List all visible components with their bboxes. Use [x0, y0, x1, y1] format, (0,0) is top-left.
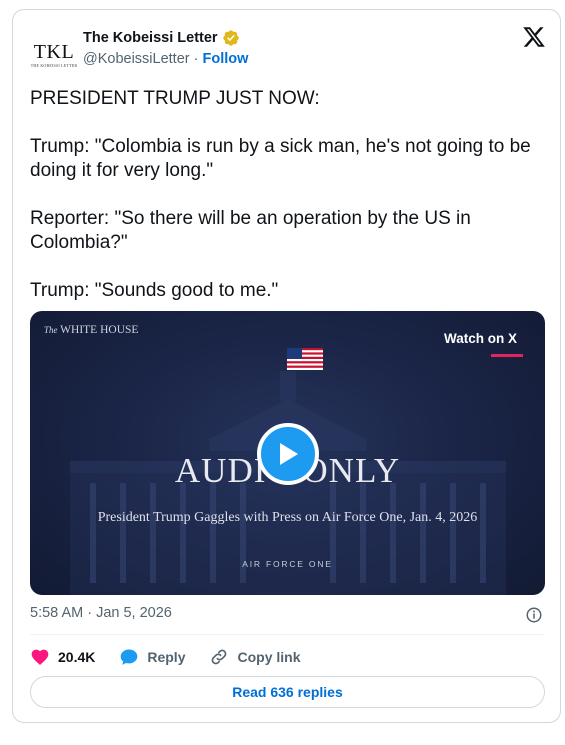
reply-bubble-icon [121, 649, 138, 665]
link-icon [212, 649, 227, 665]
us-flag-icon [287, 348, 323, 370]
tweet-paragraph: PRESIDENT TRUMP JUST NOW: [30, 88, 320, 109]
author-handle-row: @KobeissiLetter · Follow [83, 51, 248, 67]
copy-link-button[interactable]: Copy link [209, 647, 301, 667]
author-handle[interactable]: @KobeissiLetter [83, 51, 190, 67]
heart-icon [31, 649, 49, 665]
follow-link[interactable]: Follow [203, 51, 249, 67]
read-replies-button[interactable]: Read 636 replies [30, 676, 545, 708]
tweet-card: TKL THE KOBEISSI LETTER The Kobeissi Let… [12, 9, 561, 723]
play-button[interactable] [257, 423, 319, 485]
white-house-label-prefix: The [44, 325, 58, 335]
tweet-paragraph: Trump: "Colombia is run by a sick man, h… [30, 136, 531, 181]
separator: · [193, 51, 199, 67]
x-logo-icon[interactable] [522, 25, 546, 49]
tweet-text: PRESIDENT TRUMP JUST NOW: Trump: "Colomb… [30, 87, 550, 327]
reply-button[interactable]: Reply [119, 647, 185, 667]
reply-label: Reply [147, 649, 186, 665]
white-house-label-text: WHITE HOUSE [60, 324, 139, 336]
like-count: 20.4K [58, 649, 96, 665]
tweet-paragraph: Trump: "Sounds good to me." [30, 280, 279, 301]
video-title: President Trump Gaggles with Press on Ai… [97, 510, 478, 525]
verified-badge-icon [222, 30, 239, 46]
tweet-paragraph: Reporter: "So there will be an operation… [30, 208, 471, 253]
author-name[interactable]: The Kobeissi Letter [83, 30, 218, 46]
copy-link-label: Copy link [237, 649, 301, 665]
tweet-timestamp[interactable]: 5:58 AM · Jan 5, 2026 [30, 605, 172, 621]
play-icon [280, 443, 298, 465]
watch-on-x-label[interactable]: Watch on X [444, 331, 517, 346]
avatar-subtext: THE KOBEISSI LETTER [30, 63, 78, 68]
info-icon[interactable] [525, 606, 543, 624]
video-player[interactable]: The WHITE HOUSE Watch on X AUDIO ONLY Pr… [30, 311, 545, 595]
divider [30, 634, 545, 635]
action-bar: 20.4K Reply Copy link [30, 647, 325, 667]
white-house-label: The WHITE HOUSE [44, 324, 138, 336]
author-name-row: The Kobeissi Letter [83, 29, 240, 47]
avatar[interactable]: TKL THE KOBEISSI LETTER [30, 31, 78, 79]
avatar-monogram: TKL [33, 41, 75, 63]
like-button[interactable]: 20.4K [30, 647, 95, 667]
watch-on-x-underline [491, 354, 523, 357]
video-subtitle: AIR FORCE ONE [242, 559, 333, 569]
